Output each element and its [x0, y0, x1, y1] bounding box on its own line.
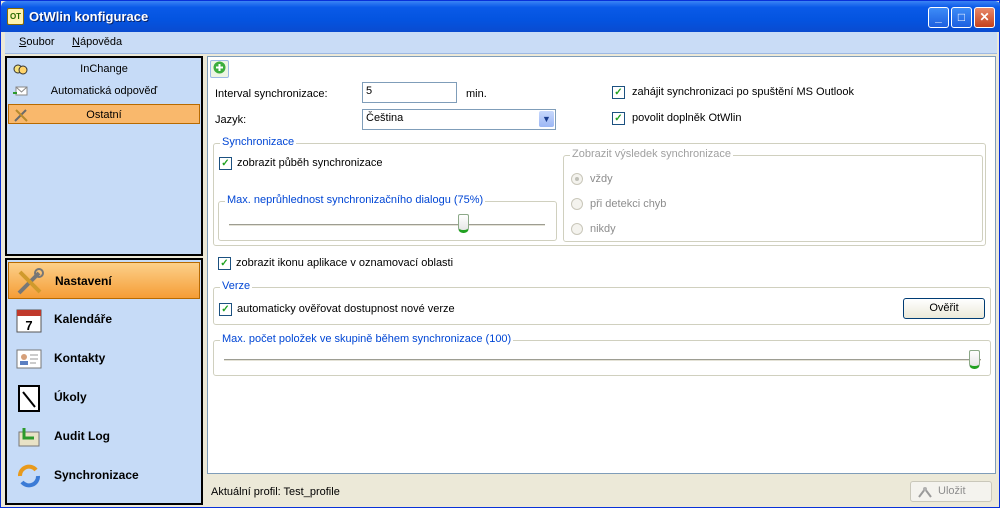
nav-label: Kalendáře — [54, 312, 113, 326]
result-group: Zobrazit výsledek synchronizace vždy při… — [563, 148, 983, 242]
result-option-always: vždy — [590, 173, 613, 185]
settings-panel: Interval synchronizace: 5 min. Jazyk: Če… — [207, 56, 996, 474]
menu-soubor[interactable]: Soubor — [19, 36, 54, 48]
menu-napoveda-label: ápověda — [79, 36, 123, 48]
app-icon: OT — [7, 8, 24, 25]
sync-icon — [18, 464, 40, 488]
nav-kalendare[interactable]: 7 Kalendáře — [8, 301, 200, 338]
nav-label: Kontakty — [54, 351, 106, 365]
max-items-slider-thumb[interactable] — [969, 350, 980, 369]
nav-synchronizace[interactable]: Synchronizace — [8, 457, 200, 494]
svg-text:7: 7 — [25, 318, 32, 333]
settings-icon — [17, 268, 44, 295]
max-items-slider-track[interactable] — [224, 359, 981, 362]
language-select[interactable]: Čeština ▼ — [362, 109, 556, 130]
show-progress-label: zobrazit půběh synchronizace — [237, 157, 383, 169]
navigation-panel: Nastavení 7 Kalendáře Kontakty Úkoly Aud… — [5, 258, 203, 505]
account-list: InChange Automatická odpověď Ostatní — [5, 56, 203, 256]
interval-unit: min. — [466, 88, 487, 100]
account-label: InChange — [80, 63, 128, 75]
account-label: Ostatní — [86, 109, 122, 121]
start-sync-checkbox[interactable]: ✓ — [612, 86, 625, 99]
sync-group: Synchronizace ✓ zobrazit půběh synchroni… — [213, 136, 986, 246]
opacity-legend: Max. neprůhlednost synchronizačního dial… — [225, 194, 486, 206]
enable-addin-label: povolit doplněk OtWlin — [632, 112, 742, 124]
save-label: Uložit — [938, 485, 966, 497]
account-item-auto-reply[interactable]: Automatická odpověď — [8, 81, 200, 101]
interval-label: Interval synchronizace: — [215, 88, 328, 100]
calendar-icon: 7 — [16, 309, 42, 333]
auto-check-label: automaticky ověřovat dostupnost nové ver… — [237, 303, 455, 315]
account-label: Automatická odpověď — [50, 85, 158, 97]
maximize-button[interactable]: □ — [951, 7, 972, 28]
nav-label: Nastavení — [55, 274, 112, 288]
verify-button[interactable]: Ověřit — [903, 298, 985, 319]
tray-icon-label: zobrazit ikonu aplikace v oznamovací obl… — [236, 257, 454, 269]
add-icon — [213, 61, 226, 74]
tray-icon-checkbox[interactable]: ✓ — [218, 257, 231, 270]
menu-napoveda-accel: N — [72, 36, 80, 48]
window-title: OtWlin konfigurace — [29, 9, 149, 24]
auto-check-checkbox[interactable]: ✓ — [219, 303, 232, 316]
opacity-slider-track[interactable] — [229, 224, 545, 227]
menu-napoveda[interactable]: Nápověda — [72, 36, 122, 48]
minimize-button[interactable]: _ — [928, 7, 949, 28]
app-window: OT OtWlin konfigurace _ □ ✕ Soubor Nápov… — [0, 0, 1000, 508]
nav-label: Audit Log — [54, 429, 110, 443]
close-button[interactable]: ✕ — [974, 7, 995, 28]
opacity-group: Max. neprůhlednost synchronizačního dial… — [218, 194, 557, 241]
interval-input[interactable]: 5 — [362, 82, 457, 103]
result-option-never: nikdy — [590, 223, 616, 235]
contacts-icon — [16, 349, 42, 369]
result-radio-never[interactable] — [571, 223, 583, 235]
max-items-group: Max. počet položek ve skupině během sync… — [213, 333, 991, 376]
result-legend: Zobrazit výsledek synchronizace — [570, 148, 733, 160]
result-option-on-error: při detekci chyb — [590, 198, 667, 210]
tools-icon — [14, 109, 28, 122]
language-label: Jazyk: — [215, 114, 247, 126]
start-sync-label: zahájit synchronizaci po spuštění MS Out… — [632, 86, 854, 98]
nav-audit-log[interactable]: Audit Log — [8, 418, 200, 455]
add-button[interactable] — [210, 60, 229, 78]
title-bar[interactable]: OT OtWlin konfigurace _ □ ✕ — [1, 1, 1000, 32]
nav-label: Úkoly — [54, 390, 87, 404]
version-group: Verze ✓ automaticky ověřovat dostupnost … — [213, 280, 991, 325]
enable-addin-checkbox[interactable]: ✓ — [612, 112, 625, 125]
menu-bar: Soubor Nápověda — [5, 32, 997, 54]
save-icon — [918, 487, 932, 498]
nav-ukoly[interactable]: Úkoly — [8, 379, 200, 416]
account-item-inchange[interactable]: InChange — [8, 59, 200, 79]
status-bar: Aktuální profil: Test_profile Uložit — [207, 478, 996, 505]
nav-label: Synchronizace — [54, 468, 139, 482]
chevron-down-icon[interactable]: ▼ — [539, 111, 554, 127]
version-legend: Verze — [220, 280, 253, 292]
menu-soubor-label: oubor — [26, 36, 55, 48]
opacity-slider-thumb[interactable] — [458, 214, 469, 233]
nav-kontakty[interactable]: Kontakty — [8, 340, 200, 377]
result-radio-always[interactable] — [571, 173, 583, 185]
nav-nastaveni[interactable]: Nastavení — [8, 262, 200, 299]
show-progress-checkbox[interactable]: ✓ — [219, 157, 232, 170]
save-button[interactable]: Uložit — [910, 481, 992, 502]
account-item-ostatni[interactable]: Ostatní — [8, 104, 200, 124]
inchange-icon — [13, 64, 28, 75]
auto-reply-icon — [13, 86, 28, 96]
max-items-legend: Max. počet položek ve skupině během sync… — [220, 333, 514, 345]
audit-log-icon — [18, 428, 40, 447]
profile-text: Aktuální profil: Test_profile — [211, 486, 340, 498]
language-value: Čeština — [366, 112, 404, 124]
tasks-icon — [18, 385, 40, 412]
sync-group-legend: Synchronizace — [220, 136, 297, 148]
result-radio-on-error[interactable] — [571, 198, 583, 210]
